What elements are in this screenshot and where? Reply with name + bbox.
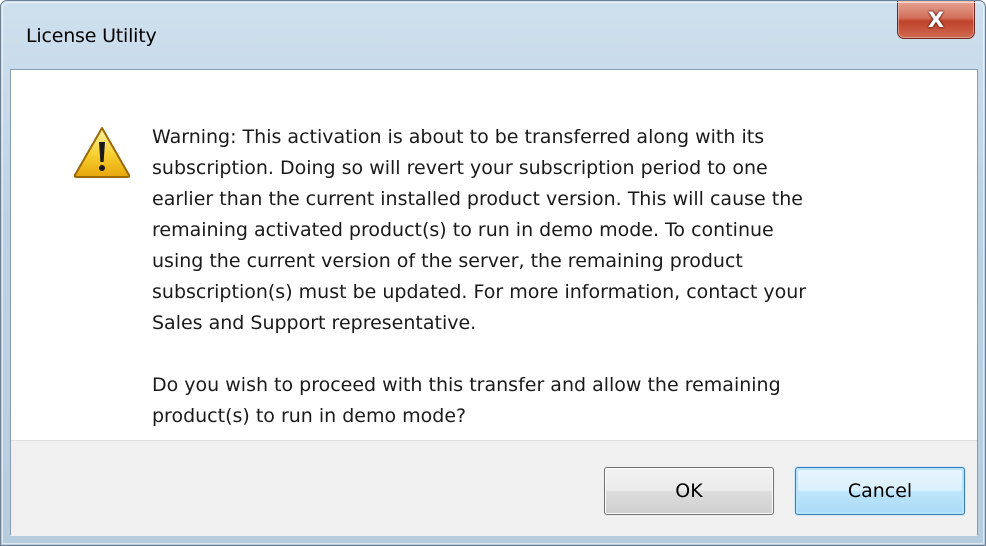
message-line: subscription. Doing so will revert your … [152,157,768,179]
close-button[interactable]: X [897,1,975,39]
question-text: Do you wish to proceed with this transfe… [152,370,942,432]
warning-icon [73,127,131,178]
window-title: License Utility [26,25,157,47]
message-line: subscription(s) must be updated. For mor… [152,281,807,303]
message-line: using the current version of the server,… [152,250,743,272]
dialog-window: License Utility X Warning: This activati… [0,0,986,546]
message-line: remaining activated product(s) to run in… [152,219,774,241]
dialog-message: Warning: This activation is about to be … [152,122,942,432]
message-area: Warning: This activation is about to be … [11,70,977,440]
warning-text: Warning: This activation is about to be … [152,122,942,339]
button-bar: OK Cancel [11,440,977,536]
cancel-button[interactable]: Cancel [795,467,965,515]
message-line: earlier than the current installed produ… [152,188,803,210]
dialog-client-area: Warning: This activation is about to be … [10,69,978,536]
question-line: product(s) to run in demo mode? [152,405,467,427]
message-line: Sales and Support representative. [152,312,477,334]
question-line: Do you wish to proceed with this transfe… [152,374,781,396]
title-bar[interactable]: License Utility X [1,1,985,69]
message-line: Warning: This activation is about to be … [152,126,765,148]
ok-button[interactable]: OK [604,467,774,515]
close-icon: X [927,7,945,32]
